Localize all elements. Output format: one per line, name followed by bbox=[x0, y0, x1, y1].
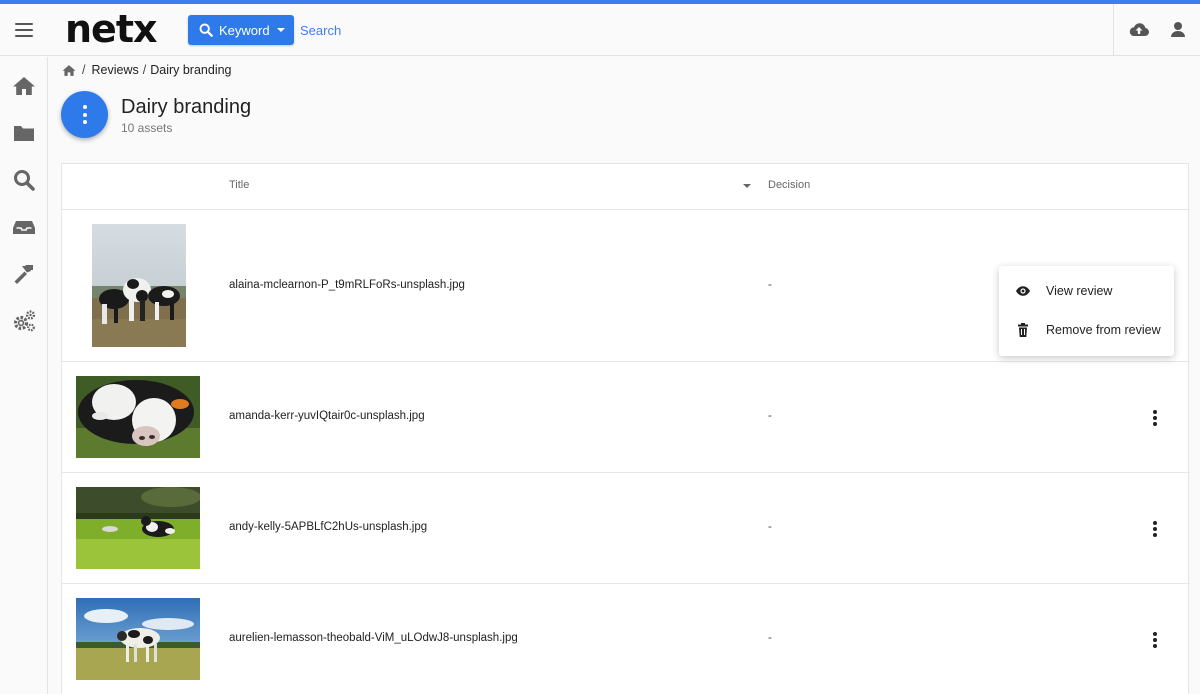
menu-item-remove-from-review[interactable]: Remove from review bbox=[999, 311, 1174, 349]
breadcrumb: / Reviews / Dairy branding bbox=[62, 62, 232, 78]
sidebar bbox=[0, 57, 48, 694]
folder-icon[interactable] bbox=[11, 120, 37, 146]
search-mode-button[interactable]: Keyword bbox=[188, 15, 294, 45]
trash-icon bbox=[1015, 322, 1031, 338]
breadcrumb-reviews[interactable]: Reviews bbox=[91, 63, 138, 77]
eye-icon bbox=[1015, 283, 1031, 299]
menu-item-view-review[interactable]: View review bbox=[999, 272, 1174, 310]
home-icon[interactable] bbox=[62, 64, 76, 77]
menu-item-label: Remove from review bbox=[1046, 323, 1161, 337]
breadcrumb-separator: / bbox=[82, 63, 86, 77]
breadcrumb-current: Dairy branding bbox=[150, 63, 232, 77]
asset-thumbnail[interactable] bbox=[76, 598, 200, 680]
row-context-menu: View review Remove from review bbox=[999, 266, 1174, 356]
assets-table: Title Decision alaina-mclearnon-P_t9mRLF… bbox=[61, 163, 1190, 694]
sort-descending-icon[interactable] bbox=[743, 184, 751, 188]
asset-thumbnail[interactable] bbox=[76, 376, 200, 458]
search-mode-label: Keyword bbox=[219, 22, 270, 38]
home-icon[interactable] bbox=[11, 73, 37, 99]
decision-value: - bbox=[768, 410, 772, 422]
table-row[interactable]: aurelien-lemasson-theobald-ViM_uLOdwJ8-u… bbox=[62, 584, 1190, 694]
asset-filename[interactable]: amanda-kerr-yuvIQtair0c-unsplash.jpg bbox=[229, 410, 425, 422]
inbox-icon[interactable] bbox=[11, 214, 37, 240]
asset-filename[interactable]: andy-kelly-5APBLfC2hUs-unsplash.jpg bbox=[229, 521, 427, 533]
cloud-upload-icon[interactable] bbox=[1127, 18, 1151, 42]
top-header: netx Keyword bbox=[0, 4, 1200, 56]
chevron-down-icon bbox=[276, 28, 285, 32]
more-vert-icon[interactable] bbox=[1148, 408, 1162, 428]
header-divider bbox=[1113, 4, 1114, 56]
asset-count: 10 assets bbox=[121, 121, 173, 135]
menu-item-label: View review bbox=[1046, 284, 1113, 298]
page-title: Dairy branding bbox=[121, 96, 252, 118]
search-icon bbox=[199, 23, 213, 37]
more-vert-icon[interactable] bbox=[1148, 519, 1162, 539]
decision-value: - bbox=[768, 521, 772, 533]
table-row[interactable]: andy-kelly-5APBLfC2hUs-unsplash.jpg - bbox=[62, 473, 1190, 583]
breadcrumb-separator: / bbox=[142, 63, 147, 77]
column-header-decision[interactable]: Decision bbox=[768, 179, 810, 191]
decision-value: - bbox=[768, 279, 772, 291]
column-header-title[interactable]: Title bbox=[229, 179, 249, 191]
table-row[interactable]: amanda-kerr-yuvIQtair0c-unsplash.jpg - bbox=[62, 362, 1190, 472]
asset-filename[interactable]: alaina-mclearnon-P_t9mRLFoRs-unsplash.jp… bbox=[229, 279, 465, 291]
more-vert-icon[interactable] bbox=[1148, 630, 1162, 650]
cogs-icon[interactable] bbox=[11, 308, 37, 334]
asset-thumbnail[interactable] bbox=[76, 487, 200, 569]
search-icon[interactable] bbox=[11, 167, 37, 193]
actions-fab-button[interactable] bbox=[61, 91, 108, 138]
hammer-icon[interactable] bbox=[11, 261, 37, 287]
user-icon[interactable] bbox=[1166, 18, 1190, 42]
asset-filename[interactable]: aurelien-lemasson-theobald-ViM_uLOdwJ8-u… bbox=[229, 632, 518, 644]
search-input[interactable] bbox=[300, 17, 700, 43]
asset-thumbnail[interactable] bbox=[92, 224, 186, 347]
netx-logo[interactable]: netx bbox=[65, 4, 158, 54]
decision-value: - bbox=[768, 632, 772, 644]
hamburger-icon[interactable] bbox=[10, 16, 38, 44]
